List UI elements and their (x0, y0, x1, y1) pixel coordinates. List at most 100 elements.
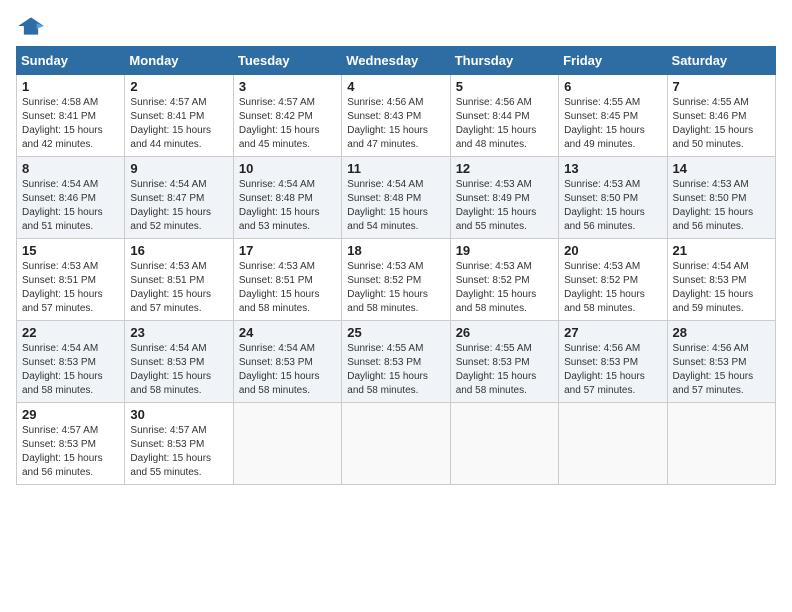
calendar-week-row: 1 Sunrise: 4:58 AMSunset: 8:41 PMDaylight… (17, 75, 776, 157)
calendar-cell: 10 Sunrise: 4:54 AMSunset: 8:48 PMDayligh… (233, 157, 341, 239)
calendar-table: SundayMondayTuesdayWednesdayThursdayFrid… (16, 46, 776, 485)
day-number: 22 (22, 325, 119, 340)
day-number: 15 (22, 243, 119, 258)
calendar-week-row: 15 Sunrise: 4:53 AMSunset: 8:51 PMDayligh… (17, 239, 776, 321)
calendar-cell: 1 Sunrise: 4:58 AMSunset: 8:41 PMDaylight… (17, 75, 125, 157)
calendar-cell: 16 Sunrise: 4:53 AMSunset: 8:51 PMDayligh… (125, 239, 233, 321)
day-number: 9 (130, 161, 227, 176)
day-info: Sunrise: 4:56 AMSunset: 8:53 PMDaylight:… (673, 342, 770, 398)
calendar-cell: 2Sunrise: 4:57 AMSunset: 8:41 PMDaylight… (125, 75, 233, 157)
day-info: Sunrise: 4:54 AMSunset: 8:48 PMDaylight:… (239, 178, 336, 234)
calendar-cell (667, 403, 775, 485)
calendar-cell: 30 Sunrise: 4:57 AMSunset: 8:53 PMDayligh… (125, 403, 233, 485)
day-number: 10 (239, 161, 336, 176)
day-number: 26 (456, 325, 553, 340)
calendar-cell (450, 403, 558, 485)
day-info: Sunrise: 4:53 AMSunset: 8:51 PMDaylight:… (130, 260, 227, 316)
calendar-cell: 14Sunrise: 4:53 AMSunset: 8:50 PMDayligh… (667, 157, 775, 239)
day-number: 4 (347, 79, 444, 94)
calendar-cell: 5 Sunrise: 4:56 AMSunset: 8:44 PMDaylight… (450, 75, 558, 157)
column-header-thursday: Thursday (450, 47, 558, 75)
calendar-cell (559, 403, 667, 485)
calendar-cell: 29 Sunrise: 4:57 AMSunset: 8:53 PMDayligh… (17, 403, 125, 485)
day-info: Sunrise: 4:54 AMSunset: 8:53 PMDaylight:… (130, 342, 227, 398)
calendar-cell: 17 Sunrise: 4:53 AMSunset: 8:51 PMDayligh… (233, 239, 341, 321)
day-number: 1 (22, 79, 119, 94)
day-number: 3 (239, 79, 336, 94)
calendar-cell: 11Sunrise: 4:54 AMSunset: 8:48 PMDayligh… (342, 157, 450, 239)
column-header-monday: Monday (125, 47, 233, 75)
logo (16, 16, 50, 36)
day-number: 12 (456, 161, 553, 176)
day-number: 27 (564, 325, 661, 340)
day-info: Sunrise: 4:53 AMSunset: 8:52 PMDaylight:… (564, 260, 661, 316)
day-number: 14 (673, 161, 770, 176)
calendar-cell (233, 403, 341, 485)
day-info: Sunrise: 4:54 AMSunset: 8:46 PMDaylight:… (22, 178, 119, 234)
calendar-cell: 3 Sunrise: 4:57 AMSunset: 8:42 PMDaylight… (233, 75, 341, 157)
day-number: 25 (347, 325, 444, 340)
calendar-cell: 24 Sunrise: 4:54 AMSunset: 8:53 PMDayligh… (233, 321, 341, 403)
day-number: 29 (22, 407, 119, 422)
day-info: Sunrise: 4:56 AMSunset: 8:43 PMDaylight:… (347, 96, 444, 152)
day-info: Sunrise: 4:53 AMSunset: 8:52 PMDaylight:… (347, 260, 444, 316)
day-number: 20 (564, 243, 661, 258)
day-info: Sunrise: 4:55 AMSunset: 8:45 PMDaylight:… (564, 96, 661, 152)
calendar-cell: 19 Sunrise: 4:53 AMSunset: 8:52 PMDayligh… (450, 239, 558, 321)
day-number: 8 (22, 161, 119, 176)
day-number: 18 (347, 243, 444, 258)
calendar-cell: 12Sunrise: 4:53 AMSunset: 8:49 PMDayligh… (450, 157, 558, 239)
calendar-cell: 15 Sunrise: 4:53 AMSunset: 8:51 PMDayligh… (17, 239, 125, 321)
calendar-cell: 26 Sunrise: 4:55 AMSunset: 8:53 PMDayligh… (450, 321, 558, 403)
calendar-cell: 13 Sunrise: 4:53 AMSunset: 8:50 PMDayligh… (559, 157, 667, 239)
day-info: Sunrise: 4:55 AMSunset: 8:53 PMDaylight:… (347, 342, 444, 398)
day-info: Sunrise: 4:57 AMSunset: 8:42 PMDaylight:… (239, 96, 336, 152)
day-info: Sunrise: 4:55 AMSunset: 8:46 PMDaylight:… (673, 96, 770, 152)
day-number: 30 (130, 407, 227, 422)
calendar-cell: 20 Sunrise: 4:53 AMSunset: 8:52 PMDayligh… (559, 239, 667, 321)
day-info: Sunrise: 4:54 AMSunset: 8:53 PMDaylight:… (673, 260, 770, 316)
day-number: 5 (456, 79, 553, 94)
calendar-week-row: 22 Sunrise: 4:54 AMSunset: 8:53 PMDayligh… (17, 321, 776, 403)
day-number: 2 (130, 79, 227, 94)
calendar-body: 1 Sunrise: 4:58 AMSunset: 8:41 PMDaylight… (17, 75, 776, 485)
day-info: Sunrise: 4:54 AMSunset: 8:53 PMDaylight:… (22, 342, 119, 398)
day-info: Sunrise: 4:54 AMSunset: 8:47 PMDaylight:… (130, 178, 227, 234)
day-number: 6 (564, 79, 661, 94)
day-info: Sunrise: 4:58 AMSunset: 8:41 PMDaylight:… (22, 96, 119, 152)
column-header-saturday: Saturday (667, 47, 775, 75)
day-number: 28 (673, 325, 770, 340)
page-header (16, 16, 776, 36)
calendar-cell (342, 403, 450, 485)
day-number: 11 (347, 161, 444, 176)
calendar-header-row: SundayMondayTuesdayWednesdayThursdayFrid… (17, 47, 776, 75)
calendar-cell: 4 Sunrise: 4:56 AMSunset: 8:43 PMDaylight… (342, 75, 450, 157)
day-info: Sunrise: 4:53 AMSunset: 8:51 PMDaylight:… (239, 260, 336, 316)
day-info: Sunrise: 4:57 AMSunset: 8:53 PMDaylight:… (130, 424, 227, 480)
calendar-cell: 7Sunrise: 4:55 AMSunset: 8:46 PMDaylight… (667, 75, 775, 157)
column-header-sunday: Sunday (17, 47, 125, 75)
calendar-cell: 25 Sunrise: 4:55 AMSunset: 8:53 PMDayligh… (342, 321, 450, 403)
day-number: 13 (564, 161, 661, 176)
logo-icon (16, 16, 46, 36)
calendar-cell: 22 Sunrise: 4:54 AMSunset: 8:53 PMDayligh… (17, 321, 125, 403)
day-number: 24 (239, 325, 336, 340)
day-info: Sunrise: 4:53 AMSunset: 8:50 PMDaylight:… (564, 178, 661, 234)
day-number: 16 (130, 243, 227, 258)
calendar-cell: 18 Sunrise: 4:53 AMSunset: 8:52 PMDayligh… (342, 239, 450, 321)
day-info: Sunrise: 4:57 AMSunset: 8:53 PMDaylight:… (22, 424, 119, 480)
calendar-week-row: 29 Sunrise: 4:57 AMSunset: 8:53 PMDayligh… (17, 403, 776, 485)
calendar-cell: 8 Sunrise: 4:54 AMSunset: 8:46 PMDaylight… (17, 157, 125, 239)
calendar-cell: 28 Sunrise: 4:56 AMSunset: 8:53 PMDayligh… (667, 321, 775, 403)
column-header-wednesday: Wednesday (342, 47, 450, 75)
day-info: Sunrise: 4:56 AMSunset: 8:44 PMDaylight:… (456, 96, 553, 152)
day-info: Sunrise: 4:53 AMSunset: 8:51 PMDaylight:… (22, 260, 119, 316)
day-info: Sunrise: 4:55 AMSunset: 8:53 PMDaylight:… (456, 342, 553, 398)
day-number: 19 (456, 243, 553, 258)
day-info: Sunrise: 4:54 AMSunset: 8:53 PMDaylight:… (239, 342, 336, 398)
calendar-cell: 23 Sunrise: 4:54 AMSunset: 8:53 PMDayligh… (125, 321, 233, 403)
day-info: Sunrise: 4:53 AMSunset: 8:52 PMDaylight:… (456, 260, 553, 316)
day-number: 23 (130, 325, 227, 340)
calendar-cell: 27Sunrise: 4:56 AMSunset: 8:53 PMDayligh… (559, 321, 667, 403)
day-number: 17 (239, 243, 336, 258)
